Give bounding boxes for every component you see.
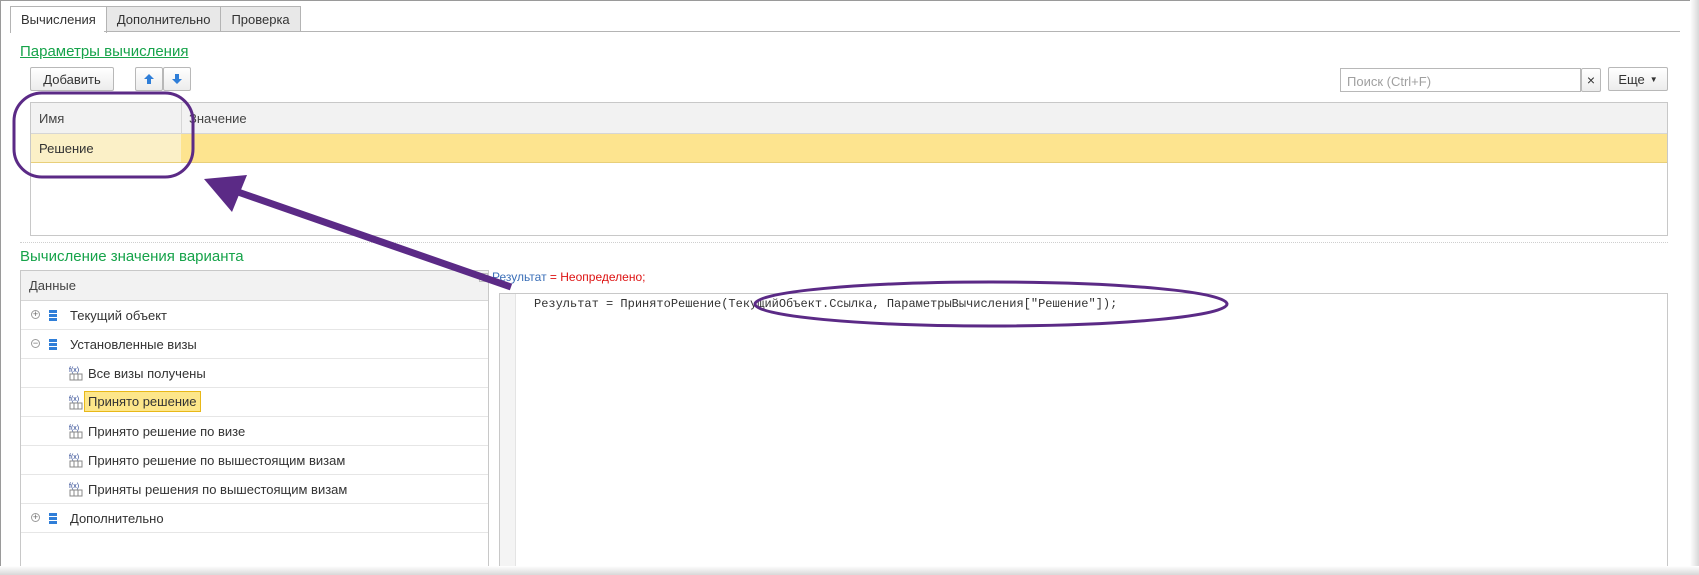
- database-icon: [49, 513, 57, 524]
- code-gutter: [500, 294, 516, 574]
- tab-check[interactable]: Проверка: [220, 6, 301, 32]
- window-shadow-bottom: [0, 566, 1699, 575]
- expand-icon[interactable]: +: [31, 513, 40, 522]
- column-separator: [181, 103, 182, 133]
- section-divider: [20, 242, 1668, 243]
- move-up-button[interactable]: [135, 67, 163, 91]
- window-shadow-right: [1690, 0, 1699, 575]
- table-row[interactable]: Решение: [31, 134, 1667, 163]
- code-hint: Результат = Неопределено;: [479, 270, 645, 284]
- svg-text:f(x): f(x): [69, 425, 79, 432]
- more-button-label: Еще: [1618, 71, 1645, 87]
- tree-item-label: Все визы получены: [88, 366, 206, 381]
- add-button[interactable]: Добавить: [30, 67, 114, 91]
- data-tree: Данные + Текущий объект − Установленные …: [20, 270, 489, 575]
- tree-item-label: Принято решение по вышестоящим визам: [88, 453, 346, 468]
- tree-item-all-visas-received[interactable]: f(x) Все визы получены: [21, 359, 488, 388]
- svg-text:f(x): f(x): [69, 367, 79, 374]
- tab-bar: Вычисления Дополнительно Проверка: [10, 6, 301, 33]
- column-header-name[interactable]: Имя: [39, 111, 64, 126]
- tree-item-label: Принято решение по визе: [88, 424, 246, 439]
- params-table-header: Имя Значение: [31, 103, 1667, 134]
- search-input[interactable]: [1345, 70, 1579, 92]
- tree-item-label: Установленные визы: [70, 337, 197, 352]
- tab-additional[interactable]: Дополнительно: [105, 6, 222, 32]
- tree-item-label: Дополнительно: [70, 511, 164, 526]
- tree-item-label: Текущий объект: [70, 308, 167, 323]
- svg-text:f(x): f(x): [69, 483, 79, 490]
- tree-item-decision-by-visa[interactable]: f(x) Принято решение по визе: [21, 417, 488, 446]
- collapse-icon[interactable]: −: [31, 339, 40, 348]
- code-line[interactable]: Результат = ПринятоРешение(ТекущийОбъект…: [534, 297, 1117, 311]
- function-icon: f(x): [69, 367, 83, 381]
- tree-item-label-selected: Принято решение: [84, 391, 201, 412]
- arrow-down-icon: [172, 74, 182, 84]
- svg-text:f(x): f(x): [69, 396, 79, 403]
- code-hint-variable: Результат: [492, 270, 547, 284]
- function-icon: f(x): [69, 425, 83, 439]
- expand-icon[interactable]: +: [31, 310, 40, 319]
- function-icon: f(x): [69, 396, 83, 410]
- database-icon: [49, 339, 57, 350]
- more-button[interactable]: Еще ▼: [1608, 67, 1668, 91]
- tab-divider: [104, 31, 1680, 32]
- function-icon: f(x): [69, 454, 83, 468]
- row-name: Решение: [39, 141, 94, 156]
- tree-item-current-object[interactable]: + Текущий объект: [21, 301, 488, 330]
- tree-item-decision-by-higher-visas[interactable]: f(x) Принято решение по вышестоящим виза…: [21, 446, 488, 475]
- svg-text:f(x): f(x): [69, 454, 79, 461]
- tree-item-decisions-by-higher-visas[interactable]: f(x) Приняты решения по вышестоящим виза…: [21, 475, 488, 504]
- function-icon: f(x): [69, 483, 83, 497]
- variant-section-title: Вычисление значения варианта: [20, 248, 244, 265]
- arrow-up-icon: [144, 74, 154, 84]
- hint-checkbox-icon: [479, 273, 488, 283]
- params-table: Имя Значение Решение: [30, 102, 1668, 236]
- code-hint-value: = Неопределено;: [549, 270, 646, 284]
- code-editor[interactable]: Результат = ПринятоРешение(ТекущийОбъект…: [499, 293, 1668, 575]
- tree-item-installed-visas[interactable]: − Установленные визы: [21, 330, 488, 359]
- chevron-down-icon: ▼: [1649, 74, 1658, 84]
- clear-search-button[interactable]: ×: [1581, 68, 1601, 92]
- data-tree-header: Данные: [21, 271, 488, 301]
- tree-item-additional[interactable]: + Дополнительно: [21, 504, 488, 533]
- column-header-value[interactable]: Значение: [189, 111, 247, 126]
- move-down-button[interactable]: [163, 67, 191, 91]
- tree-item-decision-made[interactable]: f(x) Принято решение: [21, 388, 488, 417]
- tree-item-label: Приняты решения по вышестоящим визам: [88, 482, 348, 497]
- search-field[interactable]: [1340, 68, 1581, 92]
- database-icon: [49, 310, 57, 321]
- params-section-title[interactable]: Параметры вычисления: [20, 43, 188, 60]
- tab-calculations[interactable]: Вычисления: [10, 6, 107, 33]
